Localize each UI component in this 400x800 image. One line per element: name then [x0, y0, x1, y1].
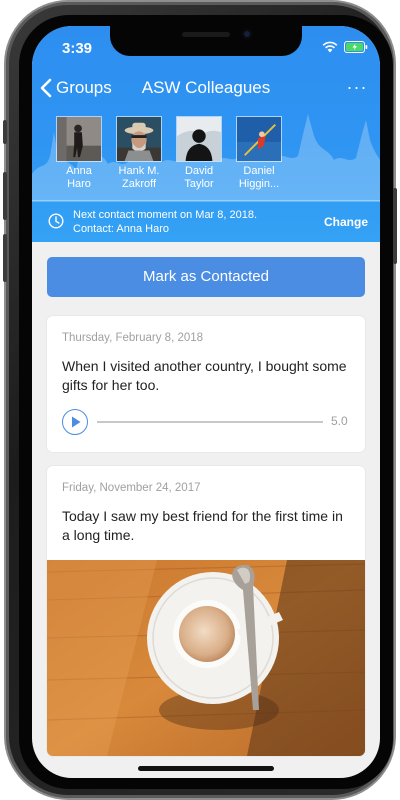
clock-icon [48, 213, 64, 229]
journal-entry[interactable]: Friday, November 24, 2017 Today I saw my… [47, 466, 365, 756]
entry-text: Today I saw my best friend for the first… [62, 508, 343, 543]
side-button [393, 188, 397, 264]
member-first-name: Daniel [243, 165, 275, 177]
speaker-grille [182, 32, 230, 37]
member-hank-zakroff[interactable]: Hank M. Zakroff [108, 116, 170, 194]
back-label: Groups [56, 78, 112, 97]
member-last-name: Zakroff [121, 178, 157, 190]
entry-photo[interactable] [47, 560, 365, 756]
more-icon[interactable]: ··· [344, 74, 370, 102]
back-button[interactable]: Groups [40, 74, 112, 102]
member-list: Anna Haro Hank M. Zakroff David Taylor D… [42, 116, 372, 194]
volume-down-button [3, 234, 7, 282]
chevron-left-icon [40, 78, 52, 98]
mark-as-contacted-button[interactable]: Mark as Contacted [47, 257, 365, 297]
screen: 3:39 Groups ASW Colleagues ··· Anna Haro… [32, 26, 380, 778]
group-header: 3:39 Groups ASW Colleagues ··· Anna Haro… [32, 26, 380, 242]
entry-date: Thursday, February 8, 2018 [62, 332, 204, 344]
member-last-name: Higgin... [238, 178, 280, 190]
journal-entry[interactable]: Thursday, February 8, 2018 When I visite… [47, 316, 365, 452]
member-first-name: David [184, 165, 214, 177]
status-time: 3:39 [62, 40, 93, 57]
mute-switch [3, 120, 7, 144]
member-anna-haro[interactable]: Anna Haro [48, 116, 110, 194]
member-last-name: Taylor [184, 178, 214, 190]
next-contact-bar: Next contact moment on Mar 8, 2018. Cont… [32, 200, 380, 242]
next-contact-date: Next contact moment on Mar 8, 2018. [73, 209, 258, 221]
member-first-name: Hank M. [118, 165, 160, 177]
wifi-icon [322, 41, 338, 53]
avatar [236, 116, 282, 162]
entry-date: Friday, November 24, 2017 [62, 482, 201, 494]
front-camera [242, 29, 252, 39]
audio-duration: 5.0 [331, 414, 348, 428]
avatar [176, 116, 222, 162]
navigation-bar: Groups ASW Colleagues ··· [32, 70, 380, 106]
volume-up-button [3, 172, 7, 220]
next-contact-person: Contact: Anna Haro [73, 223, 170, 235]
entry-text: When I visited another country, I bought… [62, 358, 347, 393]
member-last-name: Haro [67, 178, 91, 190]
home-indicator [138, 766, 274, 771]
audio-progress-track[interactable] [97, 421, 323, 423]
avatar [116, 116, 162, 162]
member-daniel-higgins[interactable]: Daniel Higgin... [228, 116, 290, 194]
play-button[interactable] [62, 409, 88, 435]
notch [110, 26, 302, 56]
status-bar: 3:39 [32, 26, 380, 70]
next-contact-info: Next contact moment on Mar 8, 2018. Cont… [73, 208, 257, 236]
play-icon [72, 416, 81, 428]
device-frame: 3:39 Groups ASW Colleagues ··· Anna Haro… [3, 2, 397, 798]
member-david-taylor[interactable]: David Taylor [168, 116, 230, 194]
avatar [56, 116, 102, 162]
battery-icon [344, 41, 368, 53]
change-button[interactable]: Change [324, 215, 368, 229]
member-first-name: Anna [66, 165, 92, 177]
